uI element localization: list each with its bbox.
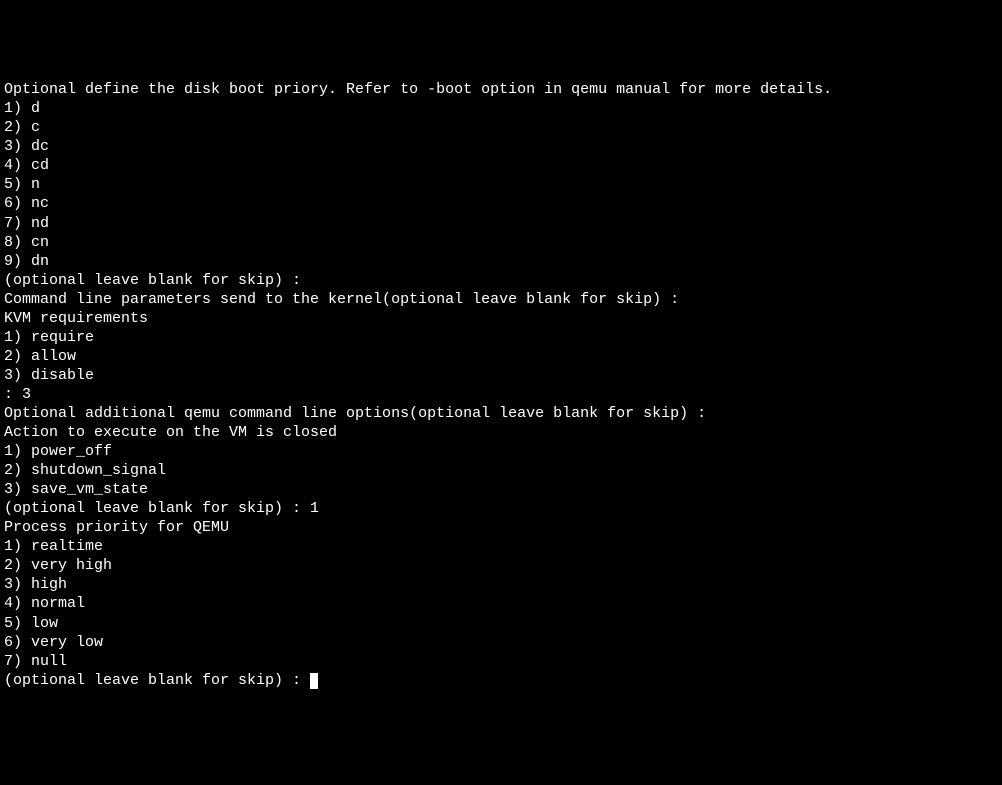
priority-prompt-text: (optional leave blank for skip) : — [4, 672, 310, 689]
boot-option-nc: 6) nc — [4, 194, 998, 213]
priority-option-null: 7) null — [4, 652, 998, 671]
priority-option-normal: 4) normal — [4, 594, 998, 613]
kvm-option-disable: 3) disable — [4, 366, 998, 385]
close-action-header: Action to execute on the VM is closed — [4, 423, 998, 442]
boot-option-dc: 3) dc — [4, 137, 998, 156]
boot-option-nd: 7) nd — [4, 214, 998, 233]
kvm-prompt-answer: : 3 — [4, 385, 998, 404]
priority-header: Process priority for QEMU — [4, 518, 998, 537]
priority-option-realtime: 1) realtime — [4, 537, 998, 556]
boot-option-n: 5) n — [4, 175, 998, 194]
kvm-option-allow: 2) allow — [4, 347, 998, 366]
terminal-output[interactable]: Optional define the disk boot priory. Re… — [4, 80, 998, 690]
boot-priority-header: Optional define the disk boot priory. Re… — [4, 80, 998, 99]
terminal-cursor — [310, 673, 318, 689]
boot-option-cn: 8) cn — [4, 233, 998, 252]
priority-option-verylow: 6) very low — [4, 633, 998, 652]
close-option-savestate: 3) save_vm_state — [4, 480, 998, 499]
priority-option-low: 5) low — [4, 614, 998, 633]
priority-option-high: 3) high — [4, 575, 998, 594]
close-action-prompt-answer: (optional leave blank for skip) : 1 — [4, 499, 998, 518]
kernel-params-prompt: Command line parameters send to the kern… — [4, 290, 998, 309]
boot-option-dn: 9) dn — [4, 252, 998, 271]
kvm-option-require: 1) require — [4, 328, 998, 347]
close-option-poweroff: 1) power_off — [4, 442, 998, 461]
boot-option-c: 2) c — [4, 118, 998, 137]
boot-option-cd: 4) cd — [4, 156, 998, 175]
priority-option-veryhigh: 2) very high — [4, 556, 998, 575]
boot-priority-prompt: (optional leave blank for skip) : — [4, 271, 998, 290]
priority-prompt[interactable]: (optional leave blank for skip) : — [4, 671, 998, 690]
close-option-shutdown: 2) shutdown_signal — [4, 461, 998, 480]
boot-option-d: 1) d — [4, 99, 998, 118]
kvm-header: KVM requirements — [4, 309, 998, 328]
qemu-options-prompt: Optional additional qemu command line op… — [4, 404, 998, 423]
